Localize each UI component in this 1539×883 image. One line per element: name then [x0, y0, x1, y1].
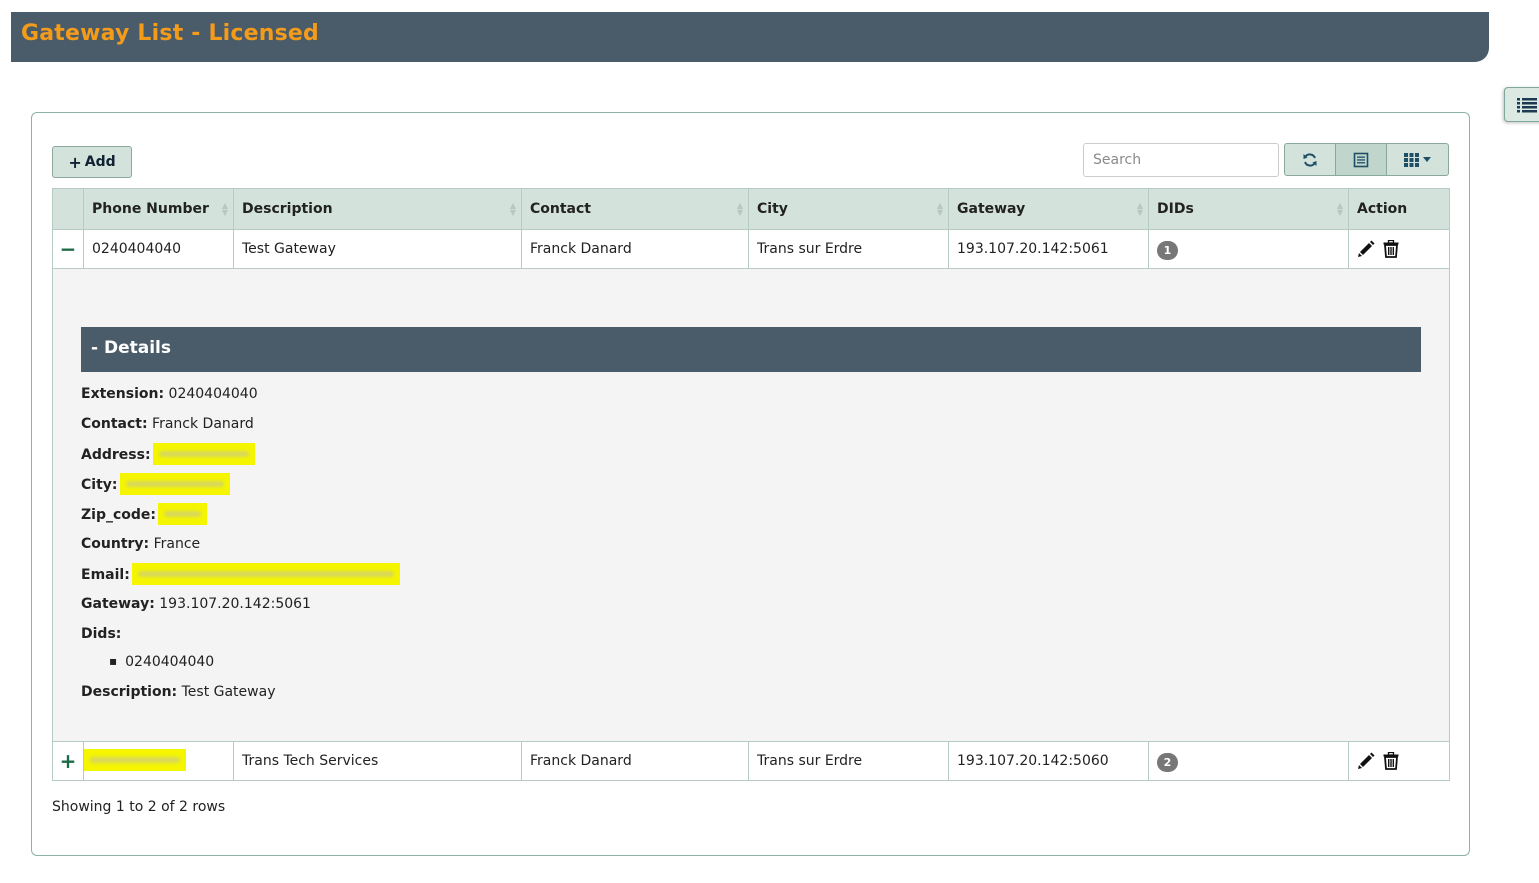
page-title: Gateway List - Licensed [21, 21, 320, 46]
toggle-view-button[interactable] [1336, 144, 1387, 175]
detail-email: Email: [81, 563, 1421, 594]
trash-icon[interactable] [1383, 240, 1399, 258]
cell-phone-number: 0240404040 [83, 229, 234, 269]
list-icon [1517, 98, 1537, 113]
column-header-phone-number[interactable]: Phone Number ▲ ▼ [83, 188, 234, 230]
column-header-gateway[interactable]: Gateway ▲ ▼ [948, 188, 1149, 230]
sort-icon: ▲ ▼ [736, 201, 743, 217]
dids-count-badge[interactable]: 2 [1157, 753, 1178, 772]
expand-column-header [52, 188, 84, 230]
redacted-city [119, 473, 230, 495]
expand-row-button[interactable]: + [52, 741, 84, 781]
detail-city: City: [81, 473, 1421, 504]
edit-pencil-icon[interactable] [1357, 240, 1375, 258]
pagination-info: Showing 1 to 2 of 2 rows [52, 799, 226, 815]
detail-row: - Details Extension: 0240404040 Contact:… [52, 268, 1450, 742]
column-header-description[interactable]: Description ▲ ▼ [233, 188, 522, 230]
dids-count-badge[interactable]: 1 [1157, 241, 1178, 260]
detail-description: Description: Test Gateway [81, 684, 276, 700]
trash-icon[interactable] [1383, 752, 1399, 770]
gateway-table: Phone Number ▲ ▼ Description ▲ ▼ Contact ▲ ▼ C… [52, 188, 1450, 781]
cell-gateway: 193.107.20.142:5060 [948, 741, 1149, 781]
side-panel-toggle[interactable] [1504, 87, 1539, 122]
column-header-action: Action [1348, 188, 1450, 230]
column-header-contact[interactable]: Contact ▲ ▼ [521, 188, 749, 230]
column-header-city[interactable]: City ▲ ▼ [748, 188, 949, 230]
cell-action [1348, 229, 1450, 269]
sort-icon: ▲ ▼ [1336, 201, 1343, 217]
edit-pencil-icon[interactable] [1357, 752, 1375, 770]
list-item: 0240404040 [109, 652, 1421, 672]
redacted-zip-code [158, 503, 208, 525]
sort-icon: ▲ ▼ [509, 201, 516, 217]
table-row: − 0240404040 Test Gateway Franck Danard … [52, 229, 1450, 269]
column-header-dids[interactable]: DIDs ▲ ▼ [1148, 188, 1349, 230]
sort-icon: ▲ ▼ [936, 201, 943, 217]
cell-action [1348, 741, 1450, 781]
collapse-row-button[interactable]: − [52, 229, 84, 269]
dids-list: 0240404040 [81, 652, 1421, 682]
table-header-row: Phone Number ▲ ▼ Description ▲ ▼ Contact ▲ ▼ C… [52, 188, 1450, 230]
cell-dids: 2 [1148, 741, 1349, 781]
redacted-address [152, 443, 255, 465]
search-input[interactable] [1083, 143, 1279, 177]
detail-contact: Contact: Franck Danard [81, 416, 254, 432]
detail-address: Address: [81, 443, 1421, 474]
detail-gateway: Gateway: 193.107.20.142:5061 [81, 596, 311, 612]
sort-icon: ▲ ▼ [1136, 201, 1143, 217]
sort-icon: ▲ ▼ [221, 201, 228, 217]
add-button[interactable]: + Add [52, 146, 132, 178]
add-button-label: Add [84, 154, 116, 170]
cell-city: Trans sur Erdre [748, 229, 949, 269]
cell-contact: Franck Danard [521, 229, 749, 269]
page-header: Gateway List - Licensed [11, 12, 1489, 62]
detail-dids: Dids: [81, 626, 122, 642]
cell-gateway: 193.107.20.142:5061 [948, 229, 1149, 269]
detail-extension: Extension: 0240404040 [81, 386, 258, 402]
redacted-phone-number [84, 749, 186, 771]
refresh-button[interactable] [1285, 144, 1336, 175]
detail-zip-code: Zip_code: [81, 503, 1421, 534]
columns-dropdown-button[interactable] [1387, 144, 1448, 175]
refresh-icon [1303, 152, 1317, 167]
cell-city: Trans sur Erdre [748, 741, 949, 781]
cell-phone-number [83, 741, 234, 781]
cell-description: Trans Tech Services [233, 741, 522, 781]
redacted-email [131, 563, 400, 585]
plus-icon: + [68, 152, 82, 172]
grid-icon [1404, 152, 1419, 167]
details-heading: - Details [81, 327, 1421, 372]
detail-country: Country: France [81, 536, 201, 552]
detail-view: - Details Extension: 0240404040 Contact:… [52, 268, 1450, 742]
cell-contact: Franck Danard [521, 741, 749, 781]
table-toolbar [1284, 143, 1449, 176]
caret-down-icon [1423, 157, 1431, 162]
table-row: + Trans Tech Services Franck Danard Tran… [52, 741, 1450, 781]
details-body: Extension: 0240404040 Contact: Franck Da… [81, 384, 1421, 712]
cell-description: Test Gateway [233, 229, 522, 269]
list-alt-icon [1353, 152, 1369, 167]
cell-dids: 1 [1148, 229, 1349, 269]
